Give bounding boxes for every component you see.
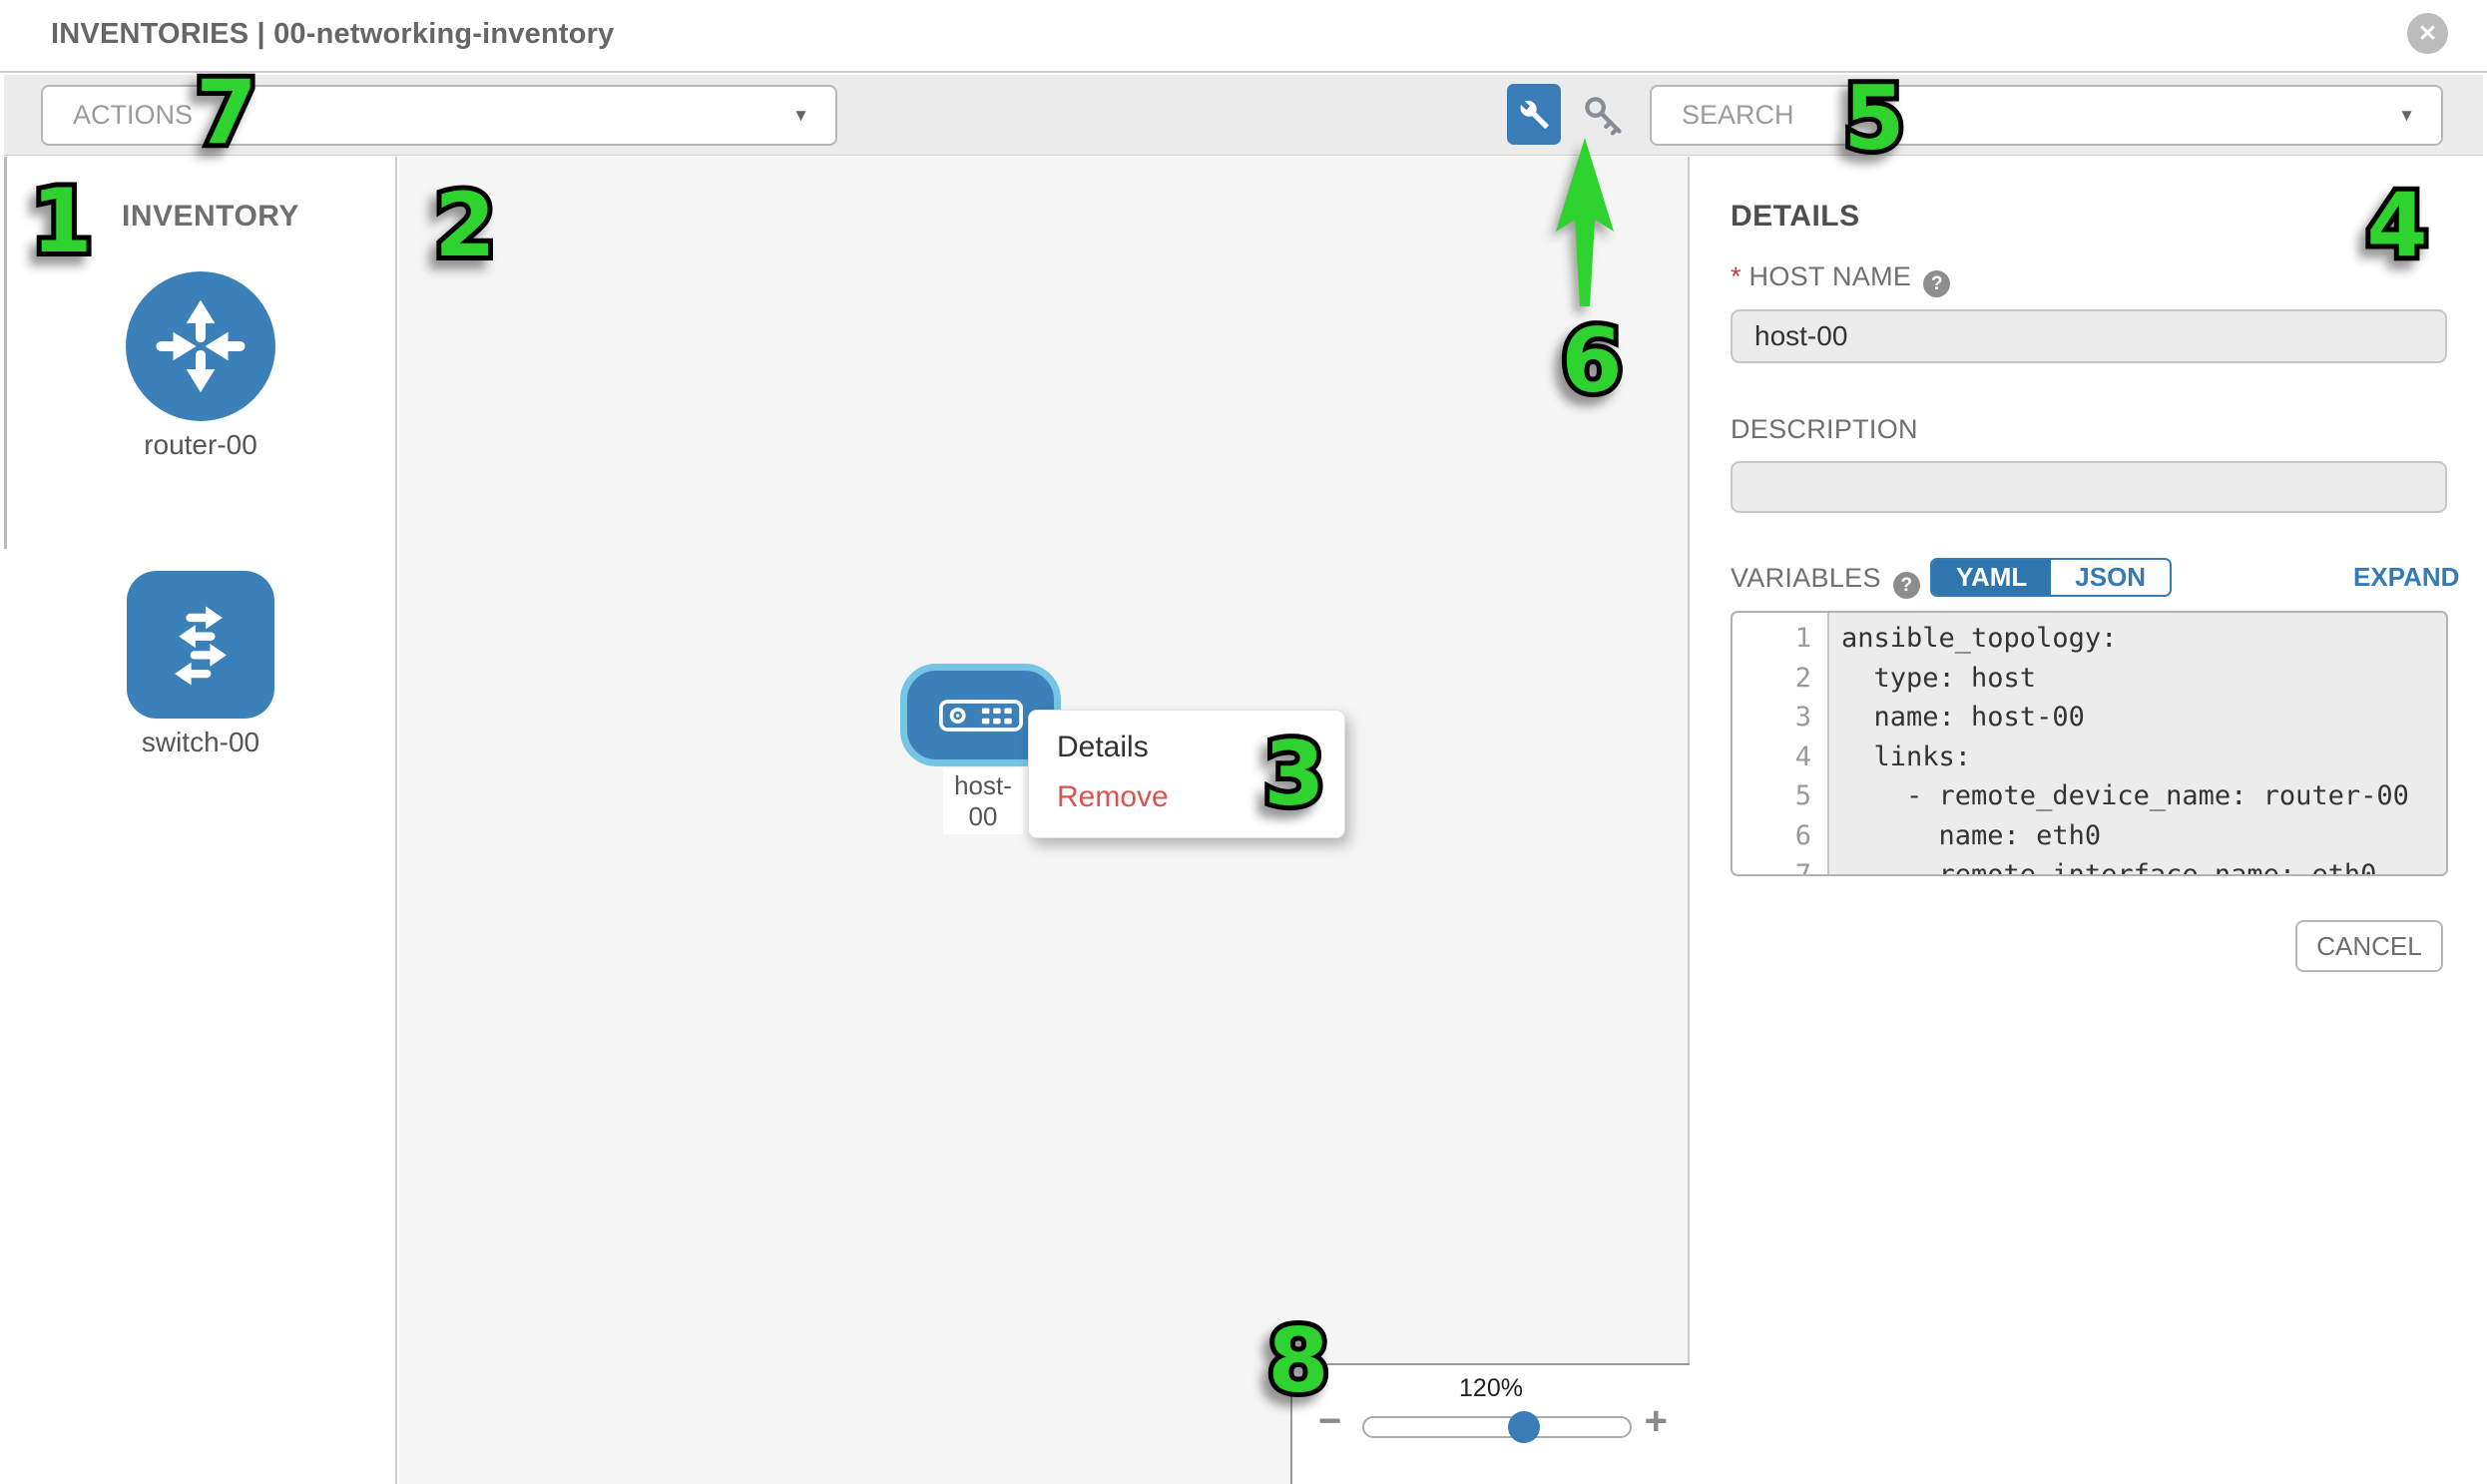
zoom-control: 120% − + (1290, 1363, 1690, 1484)
zoom-slider-track[interactable] (1362, 1416, 1632, 1438)
host-node-label: host-00 (943, 768, 1023, 834)
required-marker: * (1731, 261, 1741, 291)
key-icon (1580, 92, 1626, 138)
zoom-level: 120% (1292, 1374, 1690, 1403)
router-icon (146, 291, 255, 401)
tools-button[interactable] (1507, 84, 1561, 145)
inventory-heading: INVENTORY (122, 200, 299, 234)
editor-line: 1ansible_topology: (1733, 619, 2446, 659)
chevron-down-icon: ▼ (792, 106, 809, 126)
expand-link[interactable]: EXPAND (2353, 562, 2459, 593)
editor-line: 7 remote_interface_name: eth0 (1733, 855, 2446, 876)
tab-json[interactable]: JSON (2051, 560, 2170, 595)
actions-dropdown-label: ACTIONS (73, 100, 193, 131)
help-icon[interactable]: ? (1893, 572, 1920, 599)
close-icon[interactable]: ✕ (2407, 13, 2448, 54)
host-icon (939, 700, 1023, 732)
editor-line: 5 - remote_device_name: router-00 (1733, 776, 2446, 816)
variables-format-toggle: YAML JSON (1930, 558, 2172, 597)
editor-line: 4 links: (1733, 738, 2446, 777)
tab-yaml[interactable]: YAML (1932, 560, 2051, 595)
variables-row: VARIABLES? (1731, 563, 1920, 599)
menu-item-remove[interactable]: Remove (1057, 780, 1169, 814)
search-dropdown-label: SEARCH (1682, 100, 1794, 131)
search-dropdown[interactable]: SEARCH ▼ (1650, 85, 2443, 146)
zoom-out-button[interactable]: − (1318, 1401, 1341, 1441)
zoom-slider-thumb[interactable] (1508, 1411, 1540, 1443)
host-name-row: * HOST NAME? (1731, 261, 1950, 297)
app-window: INVENTORIES | 00-networking-inventory ✕ … (0, 0, 2487, 1484)
cancel-button[interactable]: CANCEL (2295, 920, 2443, 972)
chevron-down-icon: ▼ (2398, 106, 2415, 126)
description-field[interactable] (1731, 461, 2447, 513)
sidebar-item-router[interactable]: router-00 (4, 271, 397, 461)
topology-canvas[interactable]: host-00 Details Remove 120% − + (399, 157, 1690, 1484)
editor-line: 2 type: host (1733, 659, 2446, 699)
description-label: DESCRIPTION (1731, 414, 1918, 445)
help-icon[interactable]: ? (1923, 270, 1950, 297)
page-title: INVENTORIES | 00-networking-inventory (51, 18, 614, 51)
switch-icon (149, 593, 252, 697)
variables-editor[interactable]: 1ansible_topology: 2 type: host 3 name: … (1731, 611, 2448, 876)
zoom-in-button[interactable]: + (1645, 1401, 1668, 1441)
toolbar: ACTIONS ▼ SEARCH ▼ (4, 75, 2483, 156)
host-name-value: host-00 (1754, 320, 1847, 352)
host-name-label: HOST NAME (1749, 261, 1912, 291)
switch-label: switch-00 (4, 727, 397, 758)
host-name-field[interactable]: host-00 (1731, 309, 2447, 363)
switch-badge (127, 571, 274, 719)
page-header: INVENTORIES | 00-networking-inventory ✕ (0, 0, 2487, 73)
node-context-menu: Details Remove (1028, 710, 1345, 838)
sidebar-item-switch[interactable]: switch-00 (4, 571, 397, 758)
details-heading: DETAILS (1731, 200, 1860, 234)
actions-dropdown[interactable]: ACTIONS ▼ (41, 85, 837, 146)
editor-line: 3 name: host-00 (1733, 698, 2446, 738)
menu-item-details[interactable]: Details (1057, 731, 1149, 764)
variables-label: VARIABLES (1731, 563, 1881, 593)
editor-line: 6 name: eth0 (1733, 816, 2446, 856)
key-button[interactable] (1578, 92, 1628, 138)
wrench-icon (1518, 99, 1550, 131)
details-panel: DETAILS *HOST NAME? host-00 DESCRIPTION … (1692, 157, 2487, 1484)
inventory-sidebar: INVENTORY router-00 (4, 157, 397, 1484)
router-label: router-00 (4, 429, 397, 461)
router-badge (126, 271, 275, 421)
